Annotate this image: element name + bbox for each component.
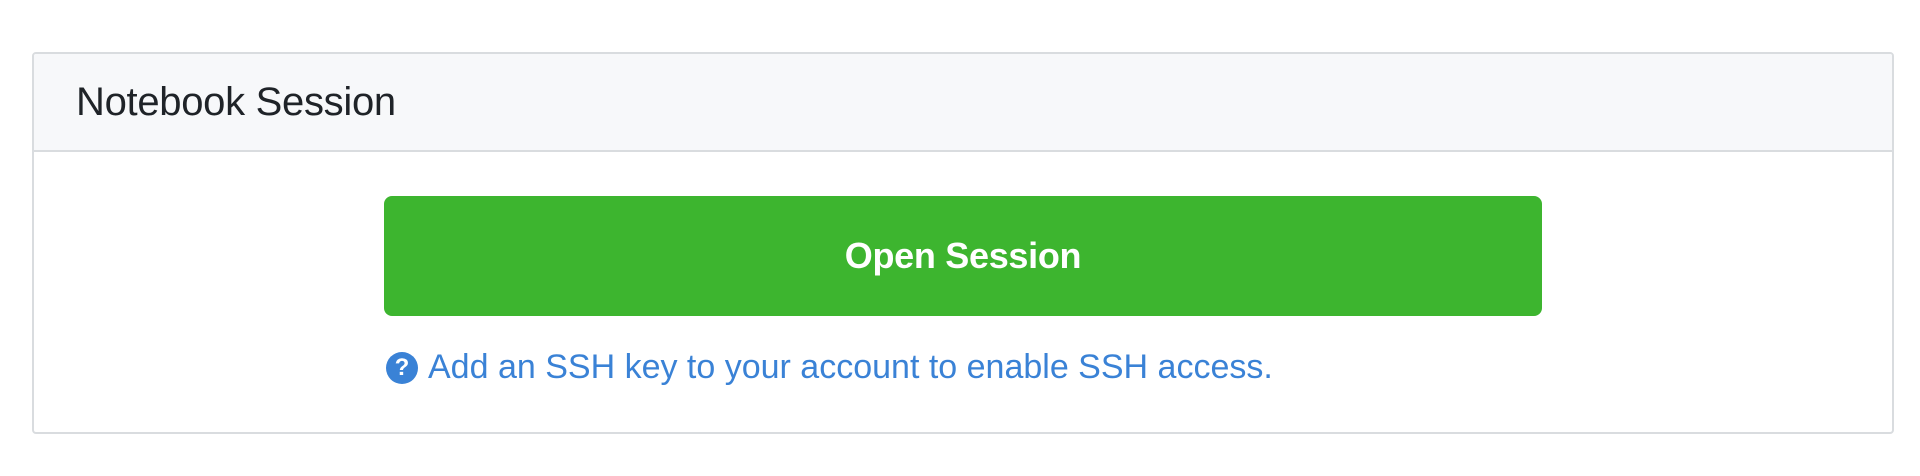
- panel-header: Notebook Session: [34, 54, 1892, 152]
- panel-body: Open Session ? Add an SSH key to your ac…: [34, 152, 1892, 432]
- panel-title: Notebook Session: [76, 79, 396, 124]
- ssh-help-text: Add an SSH key to your account to enable…: [428, 348, 1273, 386]
- ssh-help-link[interactable]: ? Add an SSH key to your account to enab…: [386, 348, 1273, 387]
- notebook-session-panel: Notebook Session Open Session ? Add an S…: [32, 52, 1894, 434]
- open-session-button[interactable]: Open Session: [384, 196, 1542, 316]
- question-circle-icon: ?: [386, 351, 418, 384]
